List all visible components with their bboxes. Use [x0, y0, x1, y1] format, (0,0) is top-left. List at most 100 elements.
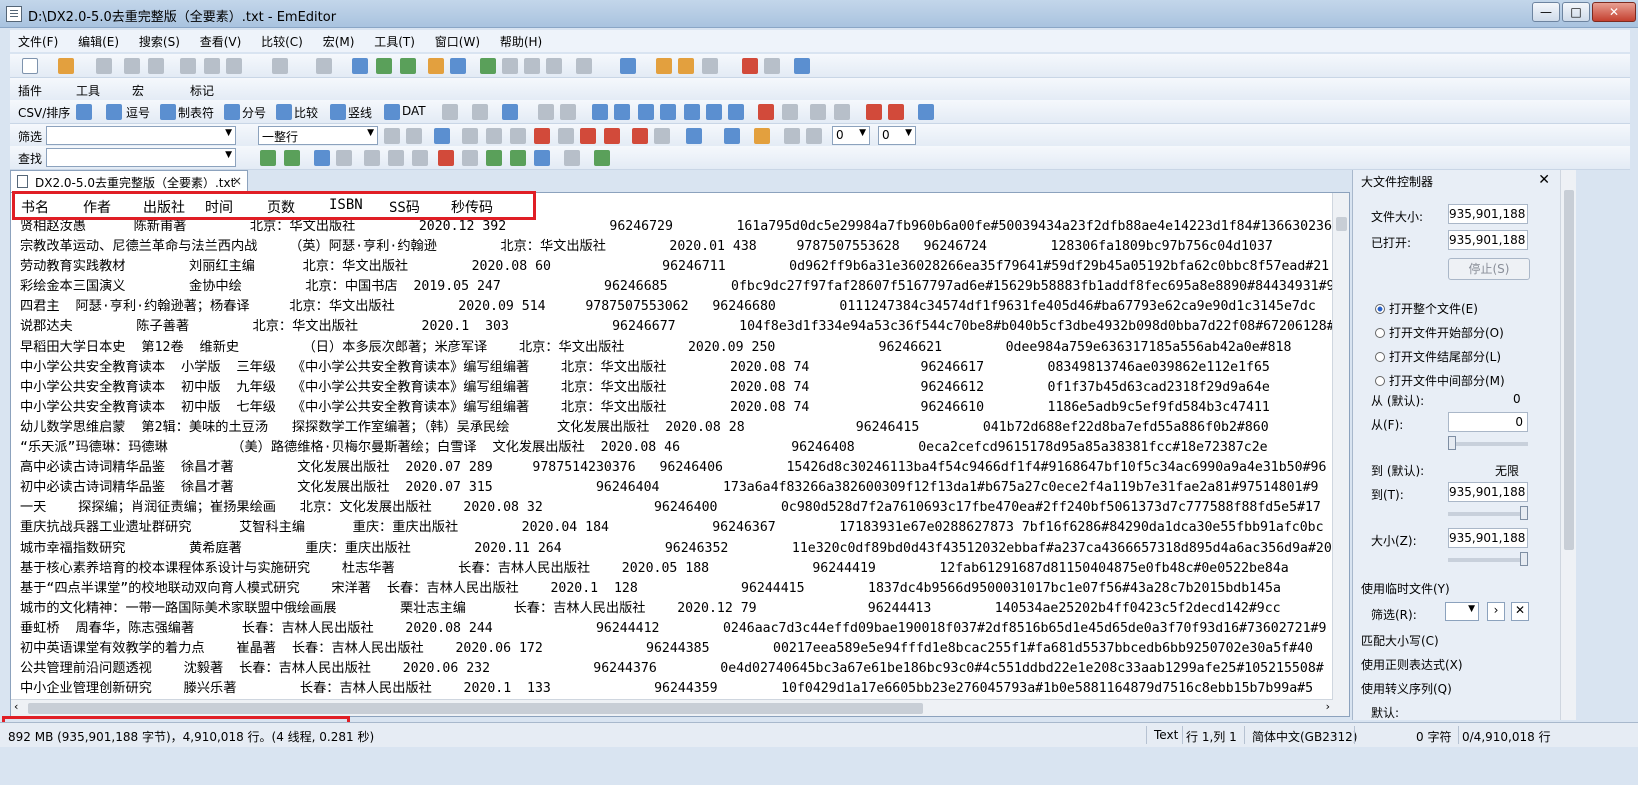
save-icon[interactable]	[96, 58, 112, 74]
close-button[interactable]: ✕	[1592, 2, 1636, 22]
print-preview-icon[interactable]	[148, 58, 164, 74]
tab-separator-icon[interactable]	[160, 104, 176, 120]
chevron-down-icon[interactable]: ▼	[905, 128, 912, 138]
minimize-button[interactable]: —	[1532, 2, 1560, 22]
find-options-icon[interactable]	[534, 150, 550, 166]
refresh-icon[interactable]	[384, 128, 400, 144]
radio-selected-icon[interactable]	[1375, 304, 1385, 314]
radio-icon[interactable]	[1375, 328, 1385, 338]
sort-length-icon[interactable]	[684, 104, 700, 120]
print-icon[interactable]	[124, 58, 140, 74]
number-123-icon[interactable]	[888, 104, 904, 120]
more-options-icon[interactable]	[918, 104, 934, 120]
split-window-icon[interactable]	[524, 58, 540, 74]
to-slider-knob[interactable]	[1520, 506, 1528, 520]
size-slider[interactable]	[1448, 552, 1528, 566]
properties-icon[interactable]	[656, 58, 672, 74]
sort-descending-icon[interactable]	[614, 104, 630, 120]
size-slider-knob[interactable]	[1520, 552, 1528, 566]
new-file-icon[interactable]	[22, 58, 38, 74]
find-escape-icon[interactable]	[388, 150, 404, 166]
copy-icon[interactable]	[204, 58, 220, 74]
csv-mode-icon[interactable]	[76, 104, 92, 120]
tools-label[interactable]: 工具	[76, 82, 100, 99]
panel-scrollbar[interactable]	[1560, 170, 1576, 720]
from-slider[interactable]	[1448, 436, 1528, 450]
play-macro-icon[interactable]	[764, 58, 780, 74]
scroll-right-icon[interactable]: ›	[1326, 700, 1330, 713]
emeditor-app-icon[interactable]	[6, 6, 22, 22]
find-close-match-icon[interactable]	[486, 150, 502, 166]
encoding-icon[interactable]	[620, 58, 636, 74]
text-line[interactable]: 重庆抗战兵器工业遗址群研究 艾智科主编 重庆：重庆出版社 2020.04 184…	[20, 518, 1332, 538]
filter-mode-select[interactable]: 一整行 ▼	[258, 126, 378, 145]
filter-opts2-icon[interactable]	[806, 128, 822, 144]
find-go-icon[interactable]	[594, 150, 610, 166]
pipe-label[interactable]: 竖线	[348, 104, 372, 121]
text-line[interactable]: 宗教改革运动、尼德兰革命与法兰西内战 （英）阿瑟·亨利·约翰逊 北京：华文出版社…	[20, 237, 1332, 257]
radio-icon[interactable]	[1375, 376, 1385, 386]
compare-csv-label[interactable]: 比较	[294, 104, 318, 121]
dat-icon[interactable]	[384, 104, 400, 120]
status-position[interactable]: 行 1,列 1	[1186, 728, 1237, 745]
from-input[interactable]: 0	[1448, 412, 1528, 432]
compare-csv-icon[interactable]	[276, 104, 292, 120]
panel-filter-next-button[interactable]: ›	[1487, 602, 1505, 621]
text-line[interactable]: 中小学公共安全教育读本 初中版 九年级 《中小学公共安全教育读本》编写组编著 北…	[20, 378, 1332, 398]
find-icon[interactable]	[352, 58, 368, 74]
match-case-icon[interactable]	[534, 128, 550, 144]
word-wrap-icon[interactable]	[480, 58, 496, 74]
lock-filter-icon[interactable]	[754, 128, 770, 144]
find-previous-icon[interactable]	[400, 58, 416, 74]
menu-compare[interactable]: 比较(C)	[253, 30, 311, 53]
filter-search-icon[interactable]	[434, 128, 450, 144]
bookmark-filter-icon[interactable]	[604, 128, 620, 144]
regex-icon[interactable]	[462, 128, 478, 144]
tools-plugin-icon[interactable]	[794, 58, 810, 74]
vertical-scroll-thumb[interactable]	[1336, 217, 1347, 231]
open-file-icon[interactable]	[58, 58, 74, 74]
clear-filter-icon[interactable]	[406, 128, 422, 144]
comma-icon[interactable]	[106, 104, 122, 120]
numbering-icon[interactable]	[866, 104, 882, 120]
radio-open-entire[interactable]: 打开整个文件(E)	[1375, 300, 1478, 317]
find-next-icon[interactable]	[260, 150, 276, 166]
vertical-scrollbar[interactable]	[1332, 193, 1349, 716]
context-after-select[interactable]: 0 ▼	[878, 126, 916, 145]
document-tab[interactable]: DX2.0-5.0去重完整版（全要素）.txt ×	[10, 170, 248, 192]
panel-icon[interactable]	[724, 128, 740, 144]
text-line[interactable]: 幼儿数学思维启蒙 第2辑：美味的土豆汤 探探数学工作室编著；（韩）吴承民绘 文化…	[20, 418, 1332, 438]
add-column-icon[interactable]	[442, 104, 458, 120]
text-line[interactable]: 高中必读古诗词精华品鉴 徐昌才著 文化发展出版社 2020.07 289 978…	[20, 458, 1332, 478]
duplicates-icon[interactable]	[782, 104, 798, 120]
text-line[interactable]: 城市的文化精神：一带一路国际美术家联盟中俄绘画展 栗壮志主编 长春：吉林人民出版…	[20, 599, 1332, 619]
find-highlight-icon[interactable]	[510, 150, 526, 166]
panel-filter-clear-button[interactable]: ✕	[1511, 602, 1529, 621]
text-line[interactable]: 垂虹桥 周春华，陈志强编著 长春：吉林人民出版社 2020.08 244 962…	[20, 619, 1332, 639]
text-lines[interactable]: 贤相赵汝愚 陈新甫著 北京：华文出版社 2020.12 392 96246729…	[20, 217, 1332, 699]
text-line[interactable]: 初中必读古诗词精华品鉴 徐昌才著 文化发展出版社 2020.07 315 962…	[20, 478, 1332, 498]
use-regex-option[interactable]: 使用正则表达式(X)	[1361, 656, 1463, 673]
text-line[interactable]: 初中英语课堂有效教学的着力点 崔晶著 长春：吉林人民出版社 2020.06 17…	[20, 639, 1332, 659]
use-temp-file-label[interactable]: 使用临时文件(Y)	[1361, 580, 1450, 597]
sort-length-desc-icon[interactable]	[706, 104, 722, 120]
panel-scroll-thumb[interactable]	[1564, 190, 1574, 550]
chevron-down-icon[interactable]: ▼	[367, 128, 374, 138]
size-input[interactable]: 935,901,188	[1448, 528, 1528, 548]
wildcard-icon[interactable]	[558, 128, 574, 144]
chevron-down-icon[interactable]: ▼	[225, 128, 232, 138]
radio-icon[interactable]	[1375, 352, 1385, 362]
macro-run-icon[interactable]	[678, 58, 694, 74]
text-line[interactable]: 说郡达夫 陈子善著 北京：华文出版社 2020.1 303 96246677 1…	[20, 317, 1332, 337]
find-all-icon[interactable]	[314, 150, 330, 166]
text-line[interactable]: 四君主 阿瑟·亨利·约翰逊著；杨春译 北京：华文出版社 2020.09 514 …	[20, 297, 1332, 317]
columns-icon[interactable]	[502, 104, 518, 120]
tab-close-icon[interactable]: ×	[232, 174, 242, 188]
spell-check-icon[interactable]	[758, 104, 774, 120]
horizontal-scrollbar[interactable]: ‹ ›	[11, 699, 1333, 716]
csv-sort-label[interactable]: CSV/排序	[18, 104, 70, 121]
status-mode[interactable]: Text	[1154, 728, 1178, 742]
tab-separator-label[interactable]: 制表符	[178, 104, 214, 121]
text-editor[interactable]: 书名 作者 出版社 时间 页数 ISBN SS码 秒传码 贤相赵汝愚 陈新甫著 …	[10, 192, 1350, 717]
chevron-down-icon[interactable]: ▼	[225, 150, 232, 160]
